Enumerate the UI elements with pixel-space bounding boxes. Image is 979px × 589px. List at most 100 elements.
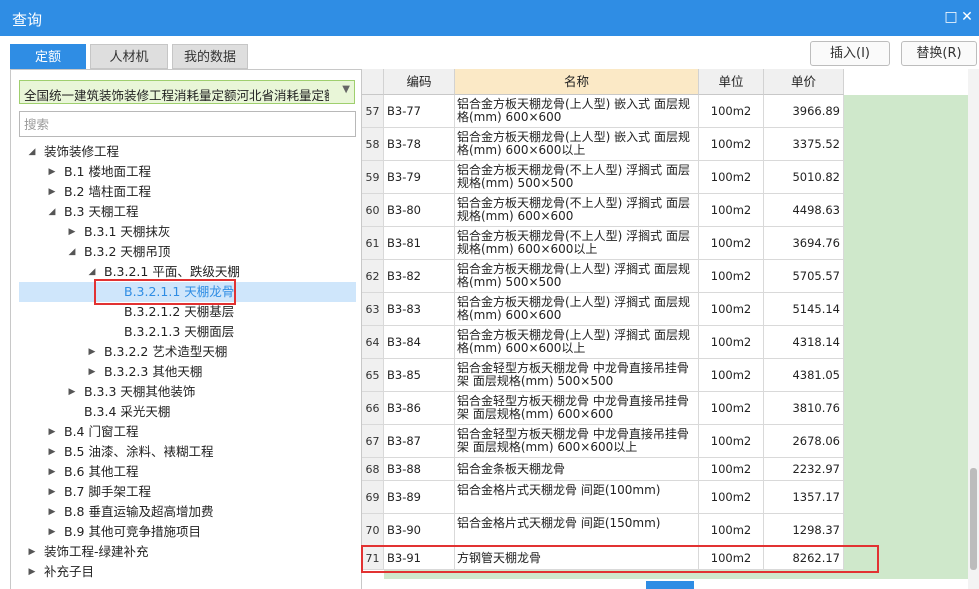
- row-name: 铝合金轻型方板天棚龙骨 中龙骨直接吊挂骨架 面层规格(mm) 500×500: [455, 359, 699, 392]
- expand-triangle-icon[interactable]: ▶: [46, 442, 58, 462]
- row-unit: 100m2: [699, 128, 764, 161]
- tree-node-label: B.3.2.2 艺术造型天棚: [104, 344, 228, 359]
- row-code: B3-91: [384, 547, 455, 570]
- row-price: 4381.05: [764, 359, 844, 392]
- tree-node-label: B.3.1 天棚抹灰: [84, 224, 171, 239]
- tree-node-label: B.3.2.1.3 天棚面层: [124, 324, 235, 339]
- tab-my-data[interactable]: 我的数据: [172, 44, 248, 69]
- tree-node-label: B.3.2.1 平面、跌级天棚: [104, 264, 240, 279]
- expand-triangle-icon[interactable]: ▶: [46, 522, 58, 542]
- tree-node-label: B.6 其他工程: [64, 464, 139, 479]
- row-name: 铝合金方板天棚龙骨(上人型) 嵌入式 面层规格(mm) 600×600: [455, 95, 699, 128]
- row-unit: 100m2: [699, 458, 764, 481]
- tree-node-label: B.1 楼地面工程: [64, 164, 151, 179]
- row-price: 3810.76: [764, 392, 844, 425]
- expand-triangle-icon[interactable]: ▶: [86, 362, 98, 382]
- search-input[interactable]: [19, 111, 356, 137]
- header-code[interactable]: 编码: [384, 69, 455, 95]
- expand-triangle-icon[interactable]: ▶: [46, 502, 58, 522]
- row-name: 铝合金方板天棚龙骨(不上人型) 浮搁式 面层规格(mm) 500×500: [455, 161, 699, 194]
- row-code: B3-88: [384, 458, 455, 481]
- tab-labor-material[interactable]: 人材机: [90, 44, 168, 69]
- dropdown-arrow-icon[interactable]: ▼: [342, 84, 350, 95]
- row-price: 2232.97: [764, 458, 844, 481]
- row-code: B3-82: [384, 260, 455, 293]
- row-name: 铝合金方板天棚龙骨(不上人型) 浮搁式 面层规格(mm) 600×600以上: [455, 227, 699, 260]
- row-unit: 100m2: [699, 425, 764, 458]
- row-price: 3375.52: [764, 128, 844, 161]
- tree-node-label: B.3.2.3 其他天棚: [104, 364, 203, 379]
- row-index: 69: [362, 481, 384, 514]
- row-name: 铝合金方板天棚龙骨(上人型) 浮搁式 面层规格(mm) 600×600以上: [455, 326, 699, 359]
- insert-button[interactable]: 插入(I): [810, 41, 890, 66]
- row-unit: 100m2: [699, 161, 764, 194]
- row-index: 61: [362, 227, 384, 260]
- collapse-triangle-icon[interactable]: ◢: [86, 262, 98, 282]
- row-name: 铝合金方板天棚龙骨(上人型) 浮搁式 面层规格(mm) 500×500: [455, 260, 699, 293]
- header-price[interactable]: 单价: [764, 69, 844, 95]
- row-code: B3-77: [384, 95, 455, 128]
- close-icon[interactable]: ✕: [958, 8, 976, 26]
- row-unit: 100m2: [699, 260, 764, 293]
- row-code: B3-81: [384, 227, 455, 260]
- row-code: B3-89: [384, 481, 455, 514]
- header-unit[interactable]: 单位: [699, 69, 764, 95]
- row-price: 4498.63: [764, 194, 844, 227]
- row-code: B3-84: [384, 326, 455, 359]
- row-price: 2678.06: [764, 425, 844, 458]
- title-bar: 查询 □ ✕: [0, 0, 979, 36]
- row-index: 59: [362, 161, 384, 194]
- row-index: 62: [362, 260, 384, 293]
- row-unit: 100m2: [699, 194, 764, 227]
- expand-triangle-icon[interactable]: ▶: [46, 182, 58, 202]
- row-price: 8262.17: [764, 547, 844, 570]
- header-name[interactable]: 名称: [455, 69, 699, 95]
- expand-triangle-icon[interactable]: ▶: [46, 422, 58, 442]
- row-price: 5705.57: [764, 260, 844, 293]
- vertical-scrollbar[interactable]: [968, 69, 979, 589]
- row-index: 65: [362, 359, 384, 392]
- row-name: 铝合金方板天棚龙骨(上人型) 浮搁式 面层规格(mm) 600×600: [455, 293, 699, 326]
- row-index: 57: [362, 95, 384, 128]
- tree-node-label: B.7 脚手架工程: [64, 484, 151, 499]
- expand-triangle-icon[interactable]: ▶: [46, 162, 58, 182]
- row-unit: 100m2: [699, 227, 764, 260]
- tree-node-label: B.3.4 采光天棚: [84, 404, 171, 419]
- quota-set-value: 全国统一建筑装饰装修工程消耗量定额河北省消耗量定额(2(: [24, 88, 329, 103]
- quota-tree-panel: 全国统一建筑装饰装修工程消耗量定额河北省消耗量定额(2( ▼ ◢ 装饰装修工程 ▶ B…: [10, 69, 362, 589]
- expand-triangle-icon[interactable]: ▶: [26, 562, 38, 582]
- tree-node-label: B.2 墙柱面工程: [64, 184, 151, 199]
- collapse-triangle-icon[interactable]: ◢: [66, 242, 78, 262]
- splitter-handle[interactable]: [646, 581, 694, 589]
- row-unit: 100m2: [699, 547, 764, 570]
- tab-quota[interactable]: 定额: [10, 44, 86, 69]
- row-unit: 100m2: [699, 514, 764, 547]
- row-index: 58: [362, 128, 384, 161]
- row-code: B3-85: [384, 359, 455, 392]
- window-title: 查询: [12, 11, 43, 29]
- collapse-triangle-icon[interactable]: ◢: [26, 142, 38, 162]
- row-unit: 100m2: [699, 392, 764, 425]
- quota-set-select[interactable]: 全国统一建筑装饰装修工程消耗量定额河北省消耗量定额(2( ▼: [19, 80, 355, 104]
- replace-button[interactable]: 替换(R): [901, 41, 977, 66]
- expand-triangle-icon[interactable]: ▶: [66, 222, 78, 242]
- scrollbar-thumb[interactable]: [970, 468, 977, 570]
- row-unit: 100m2: [699, 359, 764, 392]
- row-unit: 100m2: [699, 326, 764, 359]
- tree-node-label: 装饰工程-绿建补充: [44, 544, 149, 559]
- expand-triangle-icon[interactable]: ▶: [46, 462, 58, 482]
- row-name: 铝合金方板天棚龙骨(上人型) 嵌入式 面层规格(mm) 600×600以上: [455, 128, 699, 161]
- row-code: B3-86: [384, 392, 455, 425]
- collapse-triangle-icon[interactable]: ◢: [46, 202, 58, 222]
- expand-triangle-icon[interactable]: ▶: [26, 542, 38, 562]
- expand-triangle-icon[interactable]: ▶: [46, 482, 58, 502]
- row-index: 70: [362, 514, 384, 547]
- row-index: 60: [362, 194, 384, 227]
- tree-node-label: B.3.2 天棚吊顶: [84, 244, 171, 259]
- row-name: 方钢管天棚龙骨: [455, 547, 699, 570]
- expand-triangle-icon[interactable]: ▶: [66, 382, 78, 402]
- row-unit: 100m2: [699, 481, 764, 514]
- tree-node-label: B.5 油漆、涂料、裱糊工程: [64, 444, 214, 459]
- row-code: B3-90: [384, 514, 455, 547]
- expand-triangle-icon[interactable]: ▶: [86, 342, 98, 362]
